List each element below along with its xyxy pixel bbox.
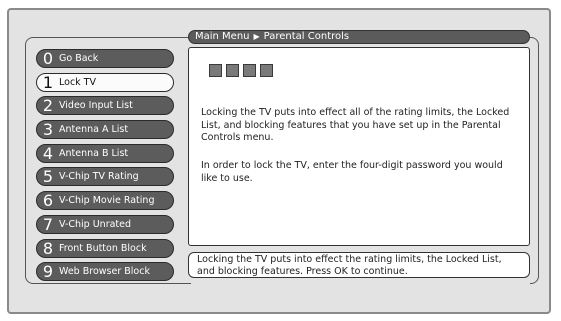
menu-item-number: 1 xyxy=(42,72,54,92)
lock-instruction: In order to lock the TV, enter the four-… xyxy=(201,160,503,184)
password-digit-box[interactable] xyxy=(260,64,273,77)
menu-item-antenna-a-list[interactable]: 3 Antenna A List xyxy=(36,120,174,140)
menu-item-v-chip-tv-rating[interactable]: 5 V-Chip TV Rating xyxy=(36,167,174,187)
menu-item-label: Web Browser Block xyxy=(59,266,150,278)
menu-item-label: Front Button Block xyxy=(59,242,147,254)
menu-item-v-chip-unrated[interactable]: 7 V-Chip Unrated xyxy=(36,214,174,234)
breadcrumb-parent: Main Menu xyxy=(195,31,250,42)
menu-item-label: Go Back xyxy=(59,53,99,64)
content-panel: Locking the TV puts into effect all of t… xyxy=(188,47,530,246)
menu-item-label: Lock TV xyxy=(59,76,96,88)
menu-frame-right xyxy=(530,37,539,284)
menu-item-number: 5 xyxy=(42,167,54,187)
menu-item-label: Antenna A List xyxy=(59,124,129,136)
chevron-right-icon: ▶ xyxy=(253,32,260,41)
menu-item-label: V-Chip TV Rating xyxy=(59,171,139,183)
menu-item-number: 2 xyxy=(42,96,54,116)
lock-description: Locking the TV puts into effect all of t… xyxy=(201,107,510,143)
menu-item-number: 7 xyxy=(42,214,54,234)
menu-item-label: V-Chip Movie Rating xyxy=(59,195,155,207)
password-digit-box[interactable] xyxy=(209,64,222,77)
parental-controls-menu: 0 Go Back 1 Lock TV 2 Video Input List 3… xyxy=(36,49,176,286)
menu-item-number: 9 xyxy=(42,262,54,282)
menu-item-number: 8 xyxy=(42,238,54,258)
menu-item-lock-tv[interactable]: 1 Lock TV xyxy=(36,72,174,92)
menu-item-label: Antenna B List xyxy=(59,147,129,159)
menu-item-number: 0 xyxy=(42,49,54,68)
menu-item-number: 4 xyxy=(42,143,54,163)
password-entry[interactable] xyxy=(209,64,273,77)
menu-item-v-chip-movie-rating[interactable]: 6 V-Chip Movie Rating xyxy=(36,191,174,211)
help-text: Locking the TV puts into effect the rati… xyxy=(188,252,530,278)
menu-item-front-button-block[interactable]: 8 Front Button Block xyxy=(36,238,174,258)
menu-item-web-browser-block[interactable]: 9 Web Browser Block xyxy=(36,262,174,282)
menu-item-label: Video Input List xyxy=(59,100,133,112)
menu-item-video-input-list[interactable]: 2 Video Input List xyxy=(36,96,174,116)
menu-item-number: 3 xyxy=(42,120,54,140)
password-digit-box[interactable] xyxy=(243,64,256,77)
menu-item-label: V-Chip Unrated xyxy=(59,218,132,230)
breadcrumb-current: Parental Controls xyxy=(263,31,350,42)
menu-item-number: 6 xyxy=(42,191,54,211)
password-digit-box[interactable] xyxy=(226,64,239,77)
menu-item-antenna-b-list[interactable]: 4 Antenna B List xyxy=(36,143,174,163)
breadcrumb: Main Menu ▶ Parental Controls xyxy=(188,30,530,44)
menu-item-go-back[interactable]: 0 Go Back xyxy=(36,49,174,68)
